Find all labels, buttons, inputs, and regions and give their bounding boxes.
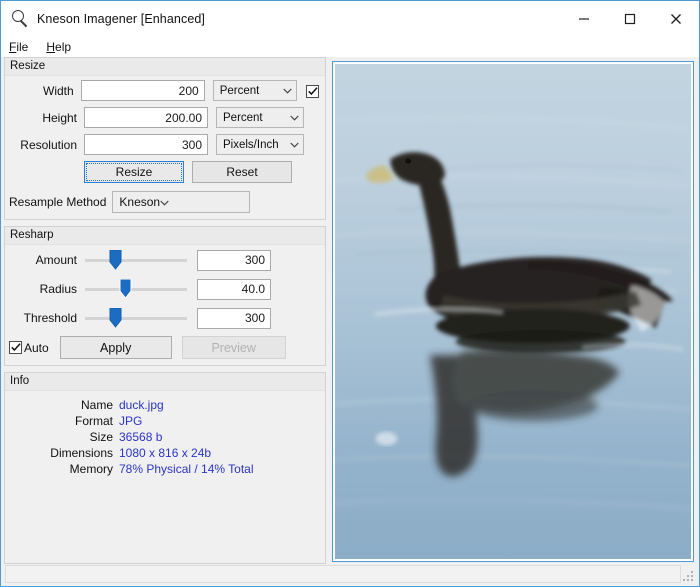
slider-track (85, 259, 187, 262)
magnifier-icon (10, 8, 32, 30)
slider-track (85, 317, 187, 320)
info-label-format: Format (74, 414, 113, 428)
slider-thumb[interactable] (109, 308, 122, 328)
app-window: Kneson Imagener [Enhanced] File Help Res… (0, 0, 700, 587)
radius-label: Radius (39, 282, 77, 296)
resize-button-row: Resize Reset (84, 161, 319, 183)
menu-bar: File Help (1, 37, 699, 57)
duck-photo (335, 64, 691, 559)
minimize-button[interactable] (561, 1, 607, 37)
resize-group-title: Resize (5, 58, 325, 76)
image-preview (335, 64, 691, 559)
resolution-row: Resolution Pixels/Inch (9, 134, 319, 155)
info-label-name: Name (80, 398, 113, 412)
maintain-aspect-ratio-checkbox[interactable] (306, 83, 319, 98)
resample-method-label: Resample Method (9, 195, 107, 209)
height-input[interactable] (84, 107, 208, 128)
info-value-format: JPG (119, 414, 143, 428)
info-group: Info Name duck.jpg Format JPG Size 36568… (4, 372, 326, 564)
info-label-size: Size (89, 430, 113, 444)
resharp-group: Resharp Amount 300 Radius 40.0 Threshold… (4, 226, 326, 366)
image-preview-panel[interactable] (332, 61, 694, 562)
status-text (5, 565, 681, 583)
width-row: Width Percent (9, 80, 319, 101)
info-value-size: 36568 b (119, 430, 163, 444)
title-bar: Kneson Imagener [Enhanced] (1, 1, 699, 37)
reset-button[interactable]: Reset (192, 161, 292, 183)
slider-thumb[interactable] (109, 250, 122, 270)
info-label-memory: Memory (69, 462, 113, 476)
width-unit-value: Percent (219, 84, 260, 97)
height-unit-select[interactable]: Percent (216, 107, 304, 128)
amount-label: Amount (35, 253, 77, 267)
menu-help-mnemonic: H (46, 40, 56, 54)
chevron-down-icon (160, 195, 169, 209)
radius-slider[interactable] (85, 278, 187, 300)
menu-help-rest: elp (55, 40, 72, 54)
info-row-dimensions: Dimensions 1080 x 816 x 24b (9, 446, 319, 460)
resharp-group-title: Resharp (5, 227, 325, 245)
resample-method-row: Resample Method Kneson (9, 191, 319, 213)
width-input[interactable] (80, 80, 205, 101)
auto-label: Auto (24, 340, 49, 355)
main-content: Resize Width Percent (1, 57, 699, 564)
resolution-unit-select[interactable]: Pixels/Inch (216, 134, 304, 155)
chevron-down-icon (283, 88, 292, 94)
height-unit-value: Percent (223, 111, 263, 124)
info-value-memory: 78% Physical / 14% Total (119, 462, 254, 476)
resample-method-select[interactable]: Kneson (112, 191, 251, 213)
info-value-dimensions: 1080 x 816 x 24b (119, 446, 212, 460)
preview-button: Preview (181, 336, 286, 359)
chevron-down-icon (290, 115, 299, 121)
threshold-value[interactable]: 300 (197, 307, 271, 329)
resize-button[interactable]: Resize (84, 161, 184, 183)
maximize-button[interactable] (607, 1, 653, 37)
apply-button[interactable]: Apply (59, 336, 172, 359)
info-row-size: Size 36568 b (9, 430, 319, 444)
amount-row: Amount 300 (9, 249, 319, 271)
info-label-dimensions: Dimensions (50, 446, 113, 460)
slider-track (85, 288, 187, 291)
checkbox-box (306, 84, 319, 98)
threshold-label: Threshold (23, 311, 77, 325)
window-title: Kneson Imagener [Enhanced] (37, 12, 205, 26)
menu-help[interactable]: Help (46, 40, 71, 54)
close-button[interactable] (653, 1, 699, 37)
threshold-row: Threshold 300 (9, 307, 319, 329)
amount-value[interactable]: 300 (197, 249, 271, 271)
slider-thumb[interactable] (119, 279, 132, 299)
height-row: Height Percent (9, 107, 319, 128)
info-row-name: Name duck.jpg (9, 398, 319, 412)
width-unit-select[interactable]: Percent (212, 80, 297, 101)
resample-method-value: Kneson (119, 195, 161, 209)
left-panel-column: Resize Width Percent (4, 57, 326, 564)
info-group-title: Info (5, 373, 325, 391)
resolution-input[interactable] (84, 134, 208, 155)
menu-file-rest: ile (16, 40, 29, 54)
chevron-down-icon (290, 142, 299, 148)
resize-grip-icon[interactable] (681, 565, 695, 583)
resize-group: Resize Width Percent (4, 57, 326, 220)
width-label: Width (43, 83, 74, 98)
info-row-memory: Memory 78% Physical / 14% Total (9, 462, 319, 476)
height-label: Height (42, 110, 77, 125)
info-value-name: duck.jpg (119, 398, 164, 412)
info-row-format: Format JPG (9, 414, 319, 428)
menu-file[interactable]: File (9, 40, 28, 54)
resharp-action-row: Auto Apply Preview (9, 336, 319, 359)
window-controls (561, 1, 699, 37)
amount-slider[interactable] (85, 249, 187, 271)
threshold-slider[interactable] (85, 307, 187, 329)
auto-checkbox[interactable] (9, 341, 22, 354)
status-bar (1, 564, 699, 586)
resolution-unit-value: Pixels/Inch (223, 138, 279, 151)
resolution-label: Resolution (20, 137, 77, 152)
radius-row: Radius 40.0 (9, 278, 319, 300)
radius-value[interactable]: 40.0 (197, 278, 271, 300)
